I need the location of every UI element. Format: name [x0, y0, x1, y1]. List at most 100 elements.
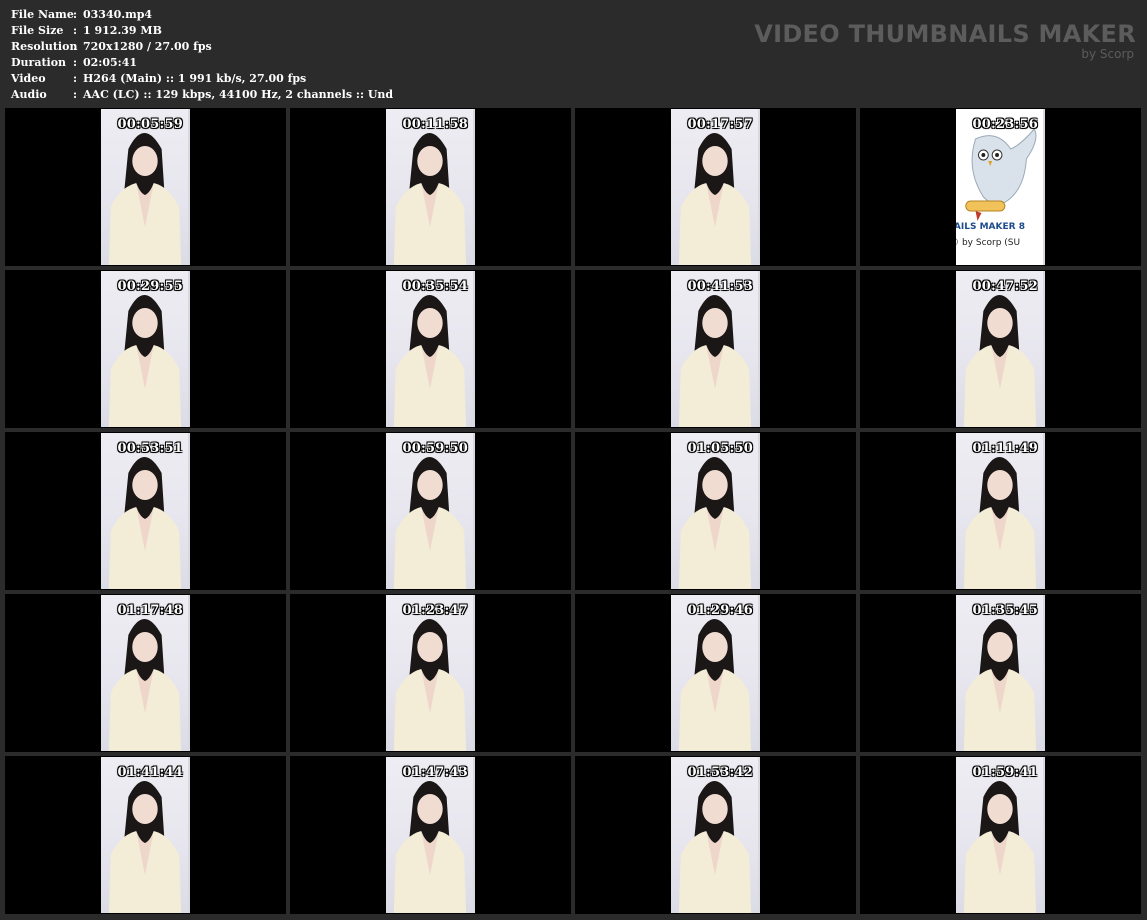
- person-figure: [393, 619, 467, 751]
- timestamp: 01:59:41: [972, 765, 1038, 780]
- timestamp: 01:11:49: [972, 441, 1038, 456]
- file-name-label: File Name: [11, 8, 74, 21]
- person-figure: [963, 781, 1037, 913]
- thumbnail-cell: 01:41:44: [5, 756, 286, 914]
- timestamp: 00:11:58: [402, 117, 468, 132]
- logo-frame: HBNAILS MAKER 8 nt © by Scorp (SU 00:23:56: [956, 109, 1045, 265]
- resolution-row: Resolution : 720x1280 / 27.00 fps: [11, 39, 393, 55]
- timestamp: 01:17:48: [117, 603, 183, 618]
- person-figure: [678, 295, 752, 427]
- thumbnail-grid: 00:05:59 00:11:58 00:17:57 HBNAILS MAKER…: [5, 108, 1141, 914]
- duration-sep: :: [73, 56, 78, 69]
- file-name-sep: :: [73, 8, 78, 21]
- file-size-sep: :: [73, 24, 78, 37]
- video-frame: 00:29:55: [101, 271, 190, 427]
- thumbnail-cell: 01:29:46: [575, 594, 856, 752]
- person-figure: [393, 295, 467, 427]
- file-name-row: File Name : 03340.mp4: [11, 7, 393, 23]
- thumbnail-cell: 00:59:50: [290, 432, 571, 590]
- video-row: Video : H264 (Main) :: 1 991 kb/s, 27.00…: [11, 71, 393, 87]
- person-figure: [108, 295, 182, 427]
- thumbnail-cell: 01:47:43: [290, 756, 571, 914]
- duration-label: Duration: [11, 56, 67, 69]
- resolution-value: 720x1280 / 27.00 fps: [83, 40, 212, 53]
- timestamp: 00:53:51: [117, 441, 183, 456]
- duration-row: Duration : 02:05:41: [11, 55, 393, 71]
- thumbnail-cell: 00:47:52: [860, 270, 1141, 428]
- thumbnail-cell: 00:35:54: [290, 270, 571, 428]
- thumbnail-cell: 01:35:45: [860, 594, 1141, 752]
- resolution-sep: :: [73, 40, 78, 53]
- person-figure: [963, 295, 1037, 427]
- timestamp: 00:17:57: [687, 117, 753, 132]
- person-figure: [393, 133, 467, 265]
- video-frame: 01:35:45: [956, 595, 1045, 751]
- video-frame: 01:11:49: [956, 433, 1045, 589]
- header: File Name : 03340.mp4 File Size : 1 912.…: [0, 0, 1147, 108]
- video-frame: 00:11:58: [386, 109, 475, 265]
- timestamp: 01:23:47: [402, 603, 468, 618]
- thumbnail-cell: 01:17:48: [5, 594, 286, 752]
- audio-label: Audio: [11, 88, 47, 101]
- video-value: H264 (Main) :: 1 991 kb/s, 27.00 fps: [83, 72, 307, 85]
- video-frame: 01:47:43: [386, 757, 475, 913]
- timestamp: 01:35:45: [972, 603, 1038, 618]
- thumbnail-cell: 00:41:53: [575, 270, 856, 428]
- video-frame: 00:59:50: [386, 433, 475, 589]
- thumbnail-cell: 00:05:59: [5, 108, 286, 266]
- video-frame: 01:41:44: [101, 757, 190, 913]
- video-frame: 01:59:41: [956, 757, 1045, 913]
- video-frame: 00:53:51: [101, 433, 190, 589]
- timestamp: 01:05:50: [687, 441, 753, 456]
- thumbnail-cell: 01:11:49: [860, 432, 1141, 590]
- timestamp: 00:05:59: [117, 117, 183, 132]
- thumbnail-cell: 00:17:57: [575, 108, 856, 266]
- person-figure: [108, 781, 182, 913]
- timestamp: 00:23:56: [972, 117, 1038, 132]
- person-figure: [678, 457, 752, 589]
- duration-value: 02:05:41: [83, 56, 138, 69]
- person-figure: [108, 619, 182, 751]
- thumbnail-cell: 00:29:55: [5, 270, 286, 428]
- person-figure: [678, 781, 752, 913]
- person-figure: [678, 133, 752, 265]
- person-figure: [963, 457, 1037, 589]
- thumbnail-cell: 01:05:50: [575, 432, 856, 590]
- timestamp: 00:59:50: [402, 441, 468, 456]
- timestamp: 00:35:54: [402, 279, 468, 294]
- timestamp: 01:53:42: [687, 765, 753, 780]
- audio-sep: :: [73, 88, 78, 101]
- resolution-label: Resolution: [11, 40, 78, 53]
- file-info: File Name : 03340.mp4 File Size : 1 912.…: [11, 7, 393, 103]
- person-figure: [963, 619, 1037, 751]
- video-frame: 01:53:42: [671, 757, 760, 913]
- video-frame: 01:23:47: [386, 595, 475, 751]
- thumbnail-cell: 00:11:58: [290, 108, 571, 266]
- person-figure: [393, 457, 467, 589]
- logo-copyright: nt © by Scorp (SU: [956, 238, 1021, 248]
- file-size-row: File Size : 1 912.39 MB: [11, 23, 393, 39]
- file-name-value: 03340.mp4: [83, 8, 153, 21]
- file-size-label: File Size: [11, 24, 64, 37]
- timestamp: 00:29:55: [117, 279, 183, 294]
- timestamp: 01:29:46: [687, 603, 753, 618]
- video-frame: 01:05:50: [671, 433, 760, 589]
- video-frame: 00:05:59: [101, 109, 190, 265]
- video-frame: 00:47:52: [956, 271, 1045, 427]
- person-figure: [678, 619, 752, 751]
- video-frame: 00:35:54: [386, 271, 475, 427]
- timestamp: 01:41:44: [117, 765, 183, 780]
- video-frame: 00:41:53: [671, 271, 760, 427]
- thumbnail-cell: 01:53:42: [575, 756, 856, 914]
- file-size-value: 1 912.39 MB: [83, 24, 162, 37]
- person-figure: [108, 133, 182, 265]
- person-figure: [393, 781, 467, 913]
- thumbnail-cell: 01:23:47: [290, 594, 571, 752]
- brand-title: VIDEO THUMBNAILS MAKER: [754, 20, 1136, 48]
- video-label: Video: [11, 72, 46, 85]
- thumbnail-cell: 00:53:51: [5, 432, 286, 590]
- timestamp: 00:47:52: [972, 279, 1038, 294]
- video-frame: 00:17:57: [671, 109, 760, 265]
- person-figure: [108, 457, 182, 589]
- video-frame: 01:29:46: [671, 595, 760, 751]
